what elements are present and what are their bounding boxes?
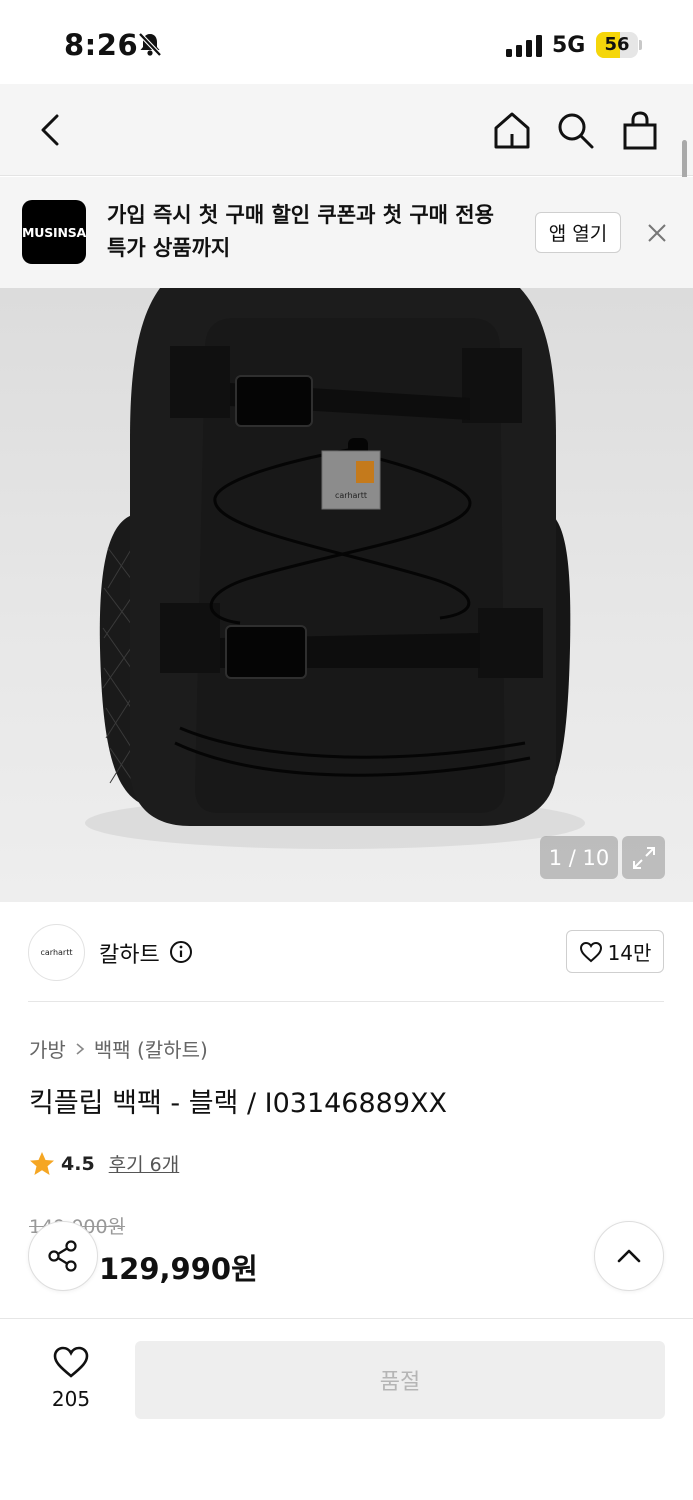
brand-name[interactable]: 칼하트 — [99, 937, 160, 969]
signal-icon — [506, 35, 542, 57]
home-icon — [494, 112, 530, 149]
wishlist-button[interactable]: 205 — [38, 1345, 104, 1411]
chevron-right-icon — [76, 1042, 85, 1055]
breadcrumb-subcategory[interactable]: 백팩 (칼하트) — [94, 1034, 208, 1063]
rating-value: 4.5 — [61, 1152, 95, 1175]
info-icon[interactable] — [169, 940, 193, 964]
brand-row: carhartt 칼하트 14만 — [0, 902, 693, 1002]
scroll-to-top-button[interactable] — [594, 1221, 664, 1291]
brand-like-count: 14만 — [607, 941, 652, 965]
divider — [28, 1001, 664, 1002]
rating-row: 4.5 후기 6개 — [29, 1150, 179, 1177]
product-title: 킥플립 백팩 - 블랙 / I03146889XX — [29, 1088, 448, 1119]
product-image[interactable]: carhartt — [0, 288, 693, 902]
share-button[interactable] — [28, 1221, 98, 1291]
brand-like-button[interactable]: 14만 — [566, 930, 664, 973]
image-counter: 1 / 10 — [540, 836, 618, 879]
shopping-bag-icon — [623, 111, 657, 150]
wishlist-count: 205 — [51, 1387, 91, 1411]
status-bar: 8:26 5G 56 — [0, 0, 693, 84]
bottom-action-bar: 205 품절 — [0, 1318, 693, 1500]
backpack-tag-text: carhartt — [335, 491, 367, 500]
close-icon[interactable] — [644, 220, 670, 246]
share-icon — [48, 1240, 77, 1272]
nav-bar — [0, 84, 693, 176]
status-time: 8:26 — [64, 28, 139, 62]
chevron-up-icon — [617, 1249, 641, 1263]
search-button[interactable] — [551, 106, 599, 154]
sold-out-button[interactable]: 품절 — [135, 1341, 665, 1419]
open-app-button[interactable]: 앱 열기 — [535, 212, 621, 253]
battery-label: 56 — [604, 34, 630, 55]
heart-icon — [53, 1346, 89, 1378]
network-label: 5G — [552, 33, 586, 58]
breadcrumb: 가방 백팩 (칼하트) — [29, 1034, 208, 1063]
back-icon — [41, 114, 59, 146]
breadcrumb-category[interactable]: 가방 — [29, 1034, 66, 1063]
search-icon — [558, 113, 594, 149]
app-install-banner: MUSINSA 가입 즉시 첫 구매 할인 쿠폰과 첫 구매 전용 특가 상품까… — [0, 177, 693, 288]
backpack-image: carhartt — [85, 288, 585, 849]
cart-button[interactable] — [616, 106, 664, 154]
sale-price: 129,990원 — [99, 1252, 258, 1286]
battery-icon: 56 — [596, 32, 642, 58]
musinsa-logo: MUSINSA — [22, 200, 86, 264]
brand-logo-text: carhartt — [40, 948, 73, 957]
review-link[interactable]: 후기 6개 — [109, 1150, 180, 1177]
expand-button[interactable] — [622, 836, 665, 879]
bell-slash-icon — [138, 32, 162, 57]
star-icon — [30, 1151, 54, 1175]
home-button[interactable] — [488, 106, 536, 154]
banner-message: 가입 즉시 첫 구매 할인 쿠폰과 첫 구매 전용 특가 상품까지 — [107, 203, 494, 260]
brand-logo[interactable]: carhartt — [28, 924, 85, 981]
expand-icon — [632, 846, 655, 869]
back-button[interactable] — [26, 106, 74, 154]
heart-icon — [579, 941, 602, 962]
